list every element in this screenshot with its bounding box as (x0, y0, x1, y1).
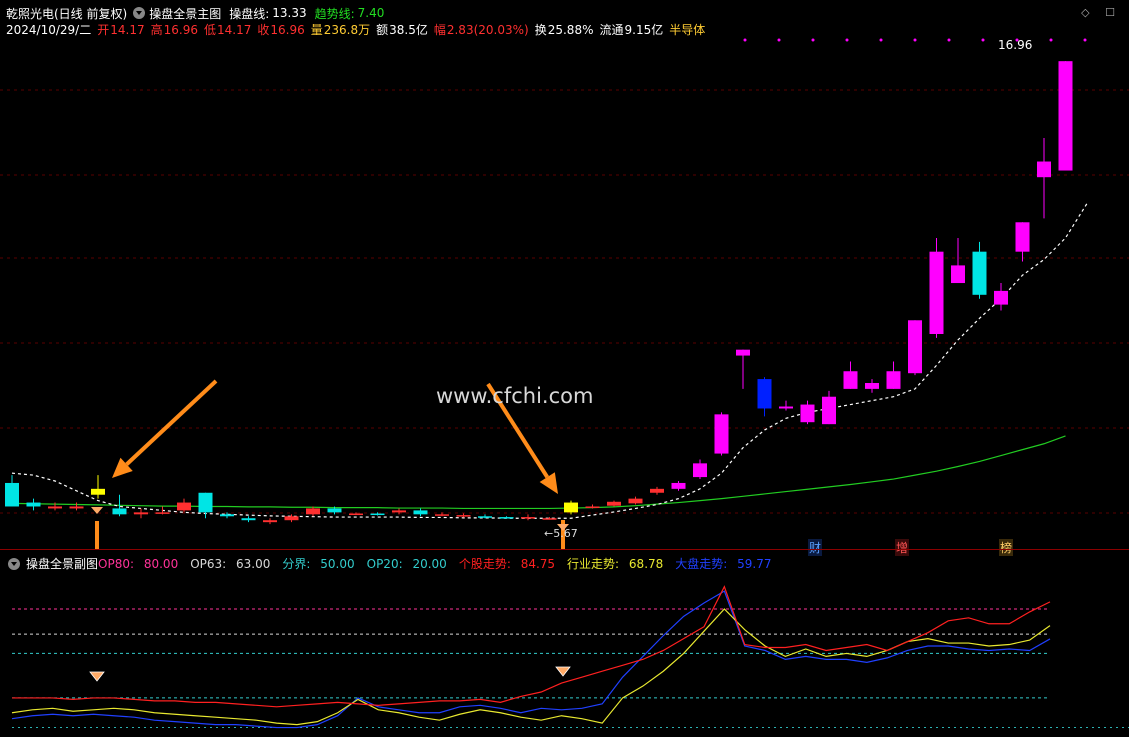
stock-trend-line (12, 585, 1051, 708)
industry-trend-line (11, 608, 1051, 726)
market-trend-line (11, 590, 1051, 729)
op20-value: 20.00 (412, 556, 447, 571)
main-signal-marker (557, 524, 569, 531)
boundary-value: 50.00 (320, 557, 355, 571)
op63-label: OP63: (190, 556, 227, 571)
sub-legend: 操盘全景副图 OP80: 80.00 OP63: 63.00 分界: 50.00… (6, 555, 784, 572)
stock-trend-label: 个股走势: (458, 557, 511, 571)
sub-indicator-chart[interactable] (0, 0, 1129, 737)
op20-label: OP20: (366, 556, 403, 571)
signal-marker (89, 671, 105, 682)
sub-indicator-name[interactable]: 操盘全景副图 (26, 555, 98, 572)
sub-trend-lines (11, 585, 1051, 729)
sub-level-lines (12, 608, 1129, 728)
market-trend-label: 大盘走势: (675, 557, 728, 571)
stock-trend-value: 84.75 (520, 557, 556, 571)
industry-trend-value: 68.78 (628, 557, 664, 571)
industry-trend-label: 行业走势: (567, 557, 620, 571)
sub-markers (89, 507, 571, 682)
boundary-label: 分界: (282, 557, 311, 571)
signal-marker (555, 666, 571, 677)
op80-label: OP80: (98, 556, 135, 571)
op80-value: 80.00 (143, 556, 179, 571)
market-trend-value: 59.77 (737, 557, 772, 571)
op63-value: 63.00 (236, 556, 271, 571)
chevron-down-icon[interactable] (8, 557, 20, 570)
main-signal-marker (91, 507, 103, 514)
